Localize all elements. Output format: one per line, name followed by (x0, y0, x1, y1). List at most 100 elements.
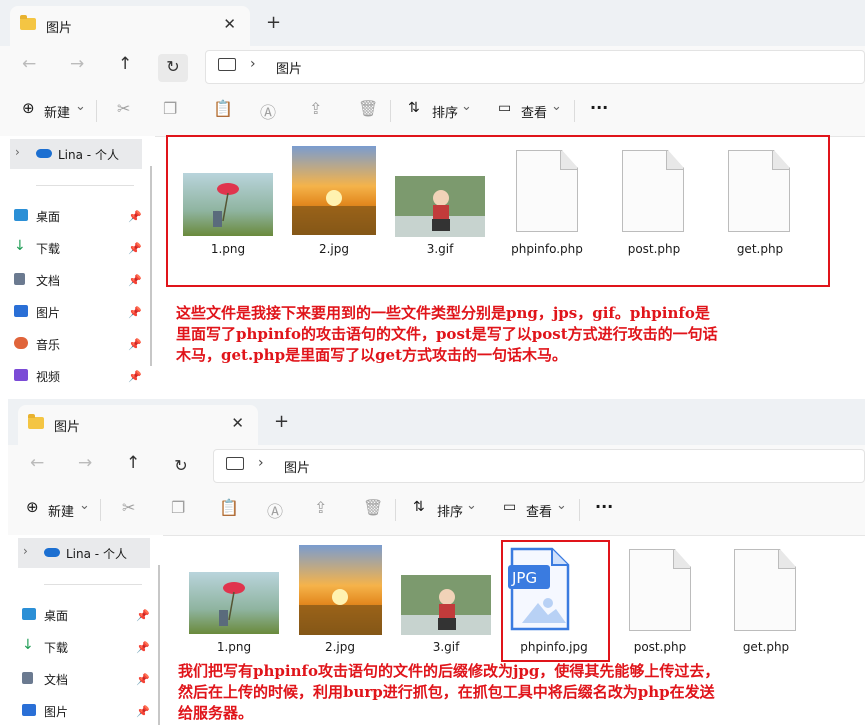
paste-icon[interactable]: 📋 (219, 498, 239, 517)
pin-icon[interactable]: 📌 (136, 705, 150, 718)
new-dropdown-icon[interactable]: ⌄ (79, 498, 90, 513)
sidebar-item-desktop[interactable]: 桌面 (14, 208, 61, 225)
address-bar[interactable]: › 图片 (205, 50, 865, 84)
new-dropdown-icon[interactable]: ⌄ (75, 99, 86, 114)
annotation-line: 这些文件是我接下来要用到的一些文件类型分别是png，jps，gif。phpinf… (176, 304, 710, 322)
forward-button[interactable]: → (78, 453, 92, 473)
share-icon[interactable]: ⇪ (314, 498, 327, 517)
new-tab-button[interactable]: + (274, 411, 289, 432)
rename-icon[interactable]: Ⓐ (267, 498, 283, 522)
sort-dropdown-icon[interactable]: ⌄ (466, 498, 477, 513)
sidebar-item-music[interactable]: 音乐 (14, 336, 60, 353)
pin-icon[interactable]: 📌 (128, 210, 142, 223)
download-icon: ↓ (14, 238, 26, 254)
delete-icon[interactable]: 🗑 (358, 99, 378, 118)
address-bar[interactable]: › 图片 (213, 449, 865, 483)
sidebar-scrollbar[interactable] (150, 166, 152, 366)
document-icon (22, 672, 33, 684)
tab-title: 图片 (54, 420, 81, 435)
cut-icon[interactable]: ✂ (122, 498, 135, 517)
forward-button[interactable]: → (70, 54, 84, 74)
sidebar-item-downloads[interactable]: ↓ 下载 (14, 238, 60, 257)
pin-icon[interactable]: 📌 (128, 338, 142, 351)
navigation-bar: ← → ↑ ↻ › 图片 (0, 46, 865, 86)
sidebar-item-onedrive[interactable]: › Lina - 个人 (18, 538, 150, 568)
copy-icon[interactable]: ❐ (171, 498, 185, 517)
delete-icon[interactable]: 🗑 (363, 498, 383, 517)
pin-icon[interactable]: 📌 (128, 274, 142, 287)
music-icon (14, 337, 28, 349)
rename-icon[interactable]: Ⓐ (260, 99, 276, 123)
file-name: 2.jpg (324, 640, 356, 654)
new-button[interactable]: 新建 (44, 102, 70, 121)
sort-dropdown-icon[interactable]: ⌄ (461, 99, 472, 114)
chevron-right-icon[interactable]: › (23, 544, 28, 558)
view-button[interactable]: 查看 (526, 501, 552, 520)
sort-button[interactable]: 排序 (437, 501, 463, 520)
back-button[interactable]: ← (30, 453, 44, 473)
more-options-icon[interactable]: ··· (595, 497, 613, 516)
sidebar-item-onedrive[interactable]: › Lina - 个人 (10, 139, 142, 169)
close-tab-icon[interactable]: ✕ (223, 15, 236, 33)
sort-button[interactable]: 排序 (432, 102, 458, 121)
up-button[interactable]: ↑ (126, 453, 140, 473)
close-tab-icon[interactable]: ✕ (231, 414, 244, 432)
sidebar-item-documents[interactable]: 文档 (22, 671, 68, 688)
sidebar-item-label: 桌面 (36, 210, 61, 224)
paste-icon[interactable]: 📋 (213, 99, 233, 118)
file-name: post.php (633, 640, 687, 654)
desktop-icon (14, 209, 28, 221)
chevron-right-icon[interactable]: › (15, 145, 20, 159)
sidebar-item-pictures[interactable]: 图片 (14, 304, 60, 321)
refresh-button[interactable]: ↻ (158, 54, 188, 82)
new-button[interactable]: 新建 (48, 501, 74, 520)
highlight-box (501, 540, 610, 662)
cut-icon[interactable]: ✂ (117, 99, 130, 118)
view-button[interactable]: 查看 (521, 102, 547, 121)
tab-pictures[interactable]: 图片 ✕ (18, 405, 258, 445)
folder-icon (28, 414, 44, 429)
sidebar-scrollbar[interactable] (158, 565, 160, 725)
breadcrumb-separator: › (250, 56, 256, 72)
view-dropdown-icon[interactable]: ⌄ (551, 99, 562, 114)
video-icon (14, 369, 28, 381)
up-button[interactable]: ↑ (118, 54, 132, 74)
pin-icon[interactable]: 📌 (136, 609, 150, 622)
annotation-line: 给服务器。 (178, 704, 254, 722)
copy-icon[interactable]: ❐ (163, 99, 177, 118)
computer-icon (226, 457, 244, 470)
breadcrumb-separator: › (258, 455, 264, 471)
image-thumbnail (189, 572, 279, 634)
picture-icon (14, 305, 28, 317)
pin-icon[interactable]: 📌 (128, 242, 142, 255)
refresh-button[interactable]: ↻ (166, 453, 196, 481)
sort-icon: ⇅ (413, 499, 425, 515)
sidebar-item-downloads[interactable]: ↓ 下载 (22, 637, 68, 656)
picture-icon (22, 704, 36, 716)
pin-icon[interactable]: 📌 (136, 673, 150, 686)
new-tab-button[interactable]: + (266, 12, 281, 33)
image-thumbnail (401, 575, 491, 635)
view-dropdown-icon[interactable]: ⌄ (556, 498, 567, 513)
annotation-top: 这些文件是我接下来要用到的一些文件类型分别是png，jps，gif。phpinf… (176, 303, 856, 366)
sidebar-item-desktop[interactable]: 桌面 (22, 607, 69, 624)
share-icon[interactable]: ⇪ (309, 99, 322, 118)
breadcrumb-pictures[interactable]: 图片 (284, 457, 310, 476)
sidebar-item-pictures[interactable]: 图片 (22, 703, 68, 720)
tab-pictures[interactable]: 图片 ✕ (10, 6, 250, 46)
sidebar-item-label: 桌面 (44, 609, 69, 623)
navigation-pane: › Lina - 个人 桌面 📌 ↓ 下载 📌 文档 📌 图片 📌 音乐 📌 视频… (0, 136, 155, 392)
pin-icon[interactable]: 📌 (128, 306, 142, 319)
sidebar-item-label: Lina - 个人 (58, 148, 119, 162)
sidebar-item-documents[interactable]: 文档 (14, 272, 60, 289)
command-bar: ⊕ 新建 ⌄ ✂ ❐ 📋 Ⓐ ⇪ 🗑 ⇅ 排序 ⌄ ▭ 查看 ⌄ ··· (8, 485, 865, 536)
pin-icon[interactable]: 📌 (128, 370, 142, 383)
breadcrumb-pictures[interactable]: 图片 (276, 58, 302, 77)
pin-icon[interactable]: 📌 (136, 641, 150, 654)
sidebar-item-videos[interactable]: 视频 (14, 368, 61, 385)
back-button[interactable]: ← (22, 54, 36, 74)
sidebar-item-label: 视频 (36, 370, 61, 384)
more-options-icon[interactable]: ··· (590, 98, 608, 117)
new-icon: ⊕ (26, 498, 39, 516)
highlight-box (166, 135, 830, 287)
